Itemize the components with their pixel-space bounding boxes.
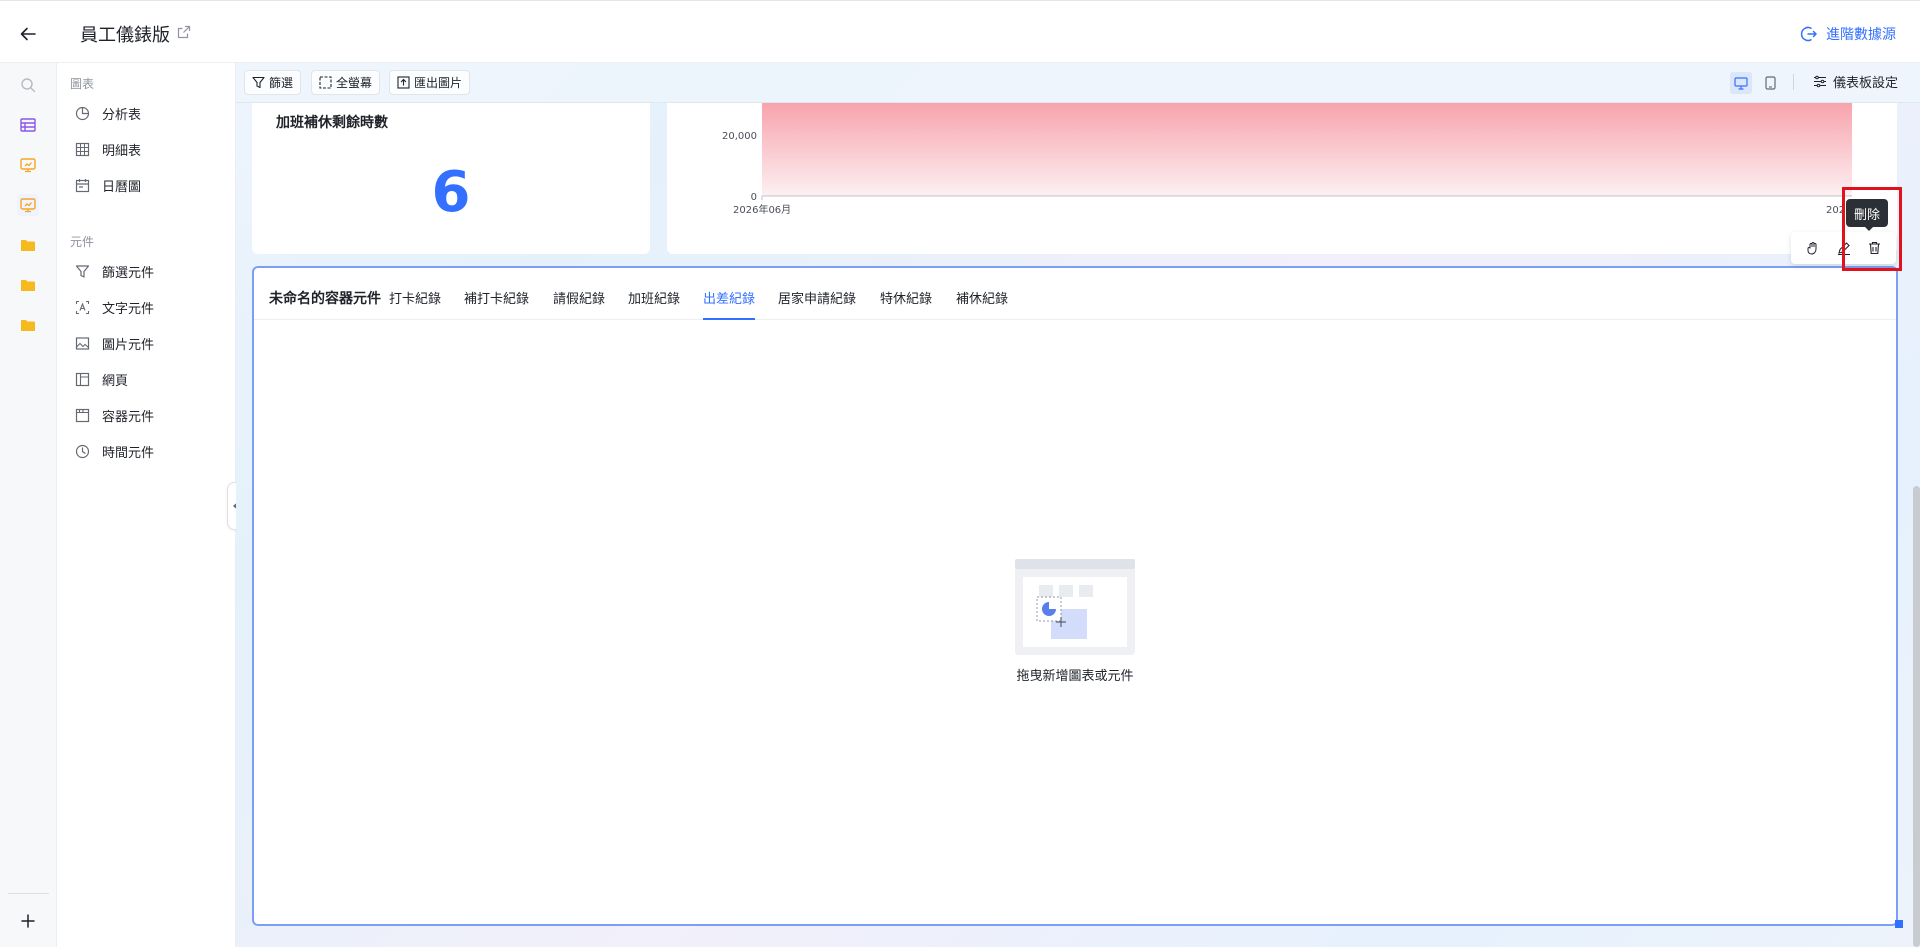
grid-table-icon: [75, 142, 90, 156]
panel-item-time[interactable]: 時間元件: [75, 437, 225, 465]
filter-button-label: 篩選: [269, 76, 294, 90]
tab-business-trip-records[interactable]: 出差紀錄: [703, 288, 756, 320]
components-group-label: 元件: [70, 235, 95, 249]
arrow-left-icon: [20, 27, 36, 41]
table-icon[interactable]: [17, 114, 39, 136]
dashboard-settings-button[interactable]: 儀表板設定: [1813, 72, 1898, 91]
drag-button[interactable]: [1803, 238, 1823, 258]
panel-item-label: 明細表: [102, 143, 142, 159]
advanced-data-source-button[interactable]: 進階數據源: [1800, 24, 1896, 44]
resize-handle[interactable]: [1895, 920, 1903, 928]
rail-divider: [8, 893, 49, 894]
dashboard-icon[interactable]: [17, 154, 39, 176]
fullscreen-button-label: 全螢幕: [336, 76, 373, 90]
top-header: 員工儀錶版 進階數據源: [0, 0, 1920, 63]
panel-item-label: 圖片元件: [102, 337, 155, 353]
container-name: 未命名的容器元件: [269, 291, 381, 307]
panel-item-label: 容器元件: [102, 409, 155, 425]
page-title: 員工儀錶版: [80, 25, 170, 46]
search-icon[interactable]: [17, 74, 39, 96]
chart-card[interactable]: 20,000 0 2026年06月 202: [667, 103, 1897, 254]
panel-item-detail-table[interactable]: 明細表: [75, 135, 225, 163]
canvas-scrollbar[interactable]: [1913, 103, 1920, 947]
desktop-view-button[interactable]: [1730, 72, 1752, 94]
clock-icon: [75, 444, 90, 458]
text-icon: [75, 300, 90, 314]
panel-item-label: 時間元件: [102, 445, 155, 461]
webpage-icon: [75, 372, 90, 386]
calendar-icon: [75, 178, 90, 192]
advanced-data-source-label: 進階數據源: [1826, 27, 1896, 43]
tab-compensatory-leave-records[interactable]: 補休紀錄: [956, 288, 1008, 320]
drag-placeholder-illustration: [1015, 559, 1135, 655]
logout-icon: [1800, 26, 1817, 42]
canvas-toolbar: 篩選 全螢幕 匯出圖片 儀表板設定: [236, 63, 1920, 103]
filter-icon: [252, 76, 265, 89]
folder-icon[interactable]: [17, 274, 39, 296]
annotation-highlight-box: [1842, 187, 1902, 271]
mobile-icon: [1764, 76, 1776, 90]
dashboard-icon[interactable]: [17, 194, 39, 216]
filter-icon: [75, 264, 90, 278]
component-panel: 圖表 分析表 明細表 日曆圖 元件 篩選元件 文字元件 圖片元件 網頁 容器元件…: [57, 63, 236, 947]
panel-item-analysis-table[interactable]: 分析表: [75, 99, 225, 127]
panel-item-image[interactable]: 圖片元件: [75, 329, 225, 357]
tab-overtime-records[interactable]: 加班紀錄: [628, 288, 680, 320]
toolbar-divider: [1793, 74, 1794, 90]
panel-item-label: 日曆圖: [102, 179, 142, 195]
metric-title: 加班補休剩餘時數: [276, 115, 388, 131]
add-button[interactable]: [15, 908, 41, 934]
area-chart: 20,000 0 2026年06月 202: [722, 103, 1852, 216]
tab-home-application-records[interactable]: 居家申請紀錄: [778, 288, 856, 320]
dashboard-settings-label: 儀表板設定: [1832, 76, 1898, 91]
tab-leave-records[interactable]: 請假紀錄: [553, 288, 605, 320]
export-image-button[interactable]: 匯出圖片: [389, 70, 471, 95]
panel-item-container[interactable]: 容器元件: [75, 401, 225, 429]
y-tick-label: 20,000: [722, 131, 757, 142]
chart-area-fill: [762, 103, 1852, 196]
filter-button[interactable]: 篩選: [244, 70, 302, 95]
external-link-icon[interactable]: [177, 25, 191, 39]
mobile-view-button[interactable]: [1760, 72, 1780, 94]
settings-sliders-icon: [1813, 75, 1826, 88]
dashboard-canvas: 篩選 全螢幕 匯出圖片 儀表板設定 加班補休剩餘時數 6 20,000 0 20…: [236, 63, 1920, 947]
image-icon: [75, 336, 90, 350]
folder-icon[interactable]: [17, 314, 39, 336]
tab-supplement-clock-in-records[interactable]: 補打卡紀錄: [464, 288, 529, 320]
desktop-icon: [1734, 76, 1748, 90]
folder-icon[interactable]: [17, 234, 39, 256]
empty-state-text: 拖曳新增圖表或元件: [1016, 669, 1134, 684]
fullscreen-button[interactable]: 全螢幕: [311, 70, 381, 95]
panel-item-label: 文字元件: [102, 301, 155, 317]
empty-state: 拖曳新增圖表或元件: [254, 557, 1896, 684]
left-icon-rail: [0, 63, 57, 947]
pie-chart-icon: [75, 106, 90, 120]
panel-item-filter[interactable]: 篩選元件: [75, 257, 225, 285]
panel-item-label: 網頁: [102, 373, 129, 389]
metric-card[interactable]: 加班補休剩餘時數 6: [252, 103, 650, 254]
panel-item-label: 分析表: [102, 107, 142, 123]
metric-value: 6: [431, 160, 471, 225]
panel-item-calendar[interactable]: 日曆圖: [75, 171, 225, 199]
x-tick-label: 2026年06月: [733, 203, 791, 216]
container-icon: [75, 408, 90, 422]
export-icon: [397, 76, 410, 89]
y-tick-label: 0: [751, 192, 757, 203]
tab-annual-leave-records[interactable]: 特休紀錄: [880, 288, 932, 320]
panel-item-webpage[interactable]: 網頁: [75, 365, 225, 393]
fullscreen-icon: [319, 76, 332, 89]
tab-clock-in-records[interactable]: 打卡紀錄: [389, 288, 441, 320]
export-button-label: 匯出圖片: [414, 76, 463, 90]
charts-group-label: 圖表: [70, 77, 95, 91]
drag-icon: [1807, 242, 1816, 255]
back-button[interactable]: [15, 21, 41, 47]
container-card[interactable]: 未命名的容器元件 打卡紀錄 補打卡紀錄 請假紀錄 加班紀錄 出差紀錄 居家申請紀…: [252, 266, 1903, 928]
scrollbar-thumb[interactable]: [1913, 486, 1920, 947]
panel-item-text[interactable]: 文字元件: [75, 293, 225, 321]
container-tabs-bar: 未命名的容器元件 打卡紀錄 補打卡紀錄 請假紀錄 加班紀錄 出差紀錄 居家申請紀…: [254, 268, 1896, 320]
plus-icon: [21, 914, 35, 928]
panel-item-label: 篩選元件: [102, 265, 155, 281]
